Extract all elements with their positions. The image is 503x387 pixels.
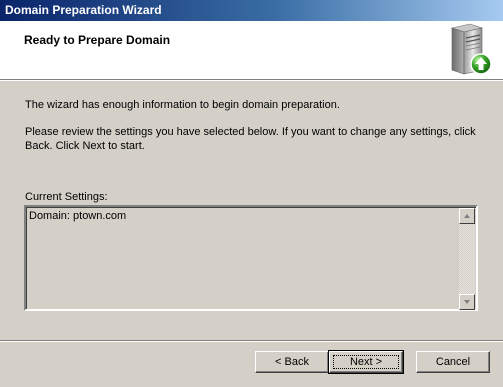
next-button-label: Next > bbox=[349, 356, 383, 368]
title-bar[interactable]: Domain Preparation Wizard bbox=[0, 0, 503, 21]
wizard-header: Ready to Prepare Domain bbox=[0, 21, 503, 79]
arrow-up-icon bbox=[464, 214, 470, 218]
server-upgrade-icon bbox=[440, 22, 496, 78]
arrow-down-icon bbox=[464, 300, 470, 304]
settings-text: Domain: ptown.com bbox=[29, 210, 127, 222]
back-button[interactable]: < Back bbox=[255, 351, 329, 373]
back-button-label: < Back bbox=[275, 356, 309, 368]
scroll-up-button[interactable] bbox=[459, 208, 475, 224]
footer-divider-highlight bbox=[0, 341, 503, 342]
header-divider-highlight bbox=[0, 80, 503, 81]
cancel-button-label: Cancel bbox=[435, 356, 471, 368]
cancel-button[interactable]: Cancel bbox=[416, 351, 490, 373]
window-title: Domain Preparation Wizard bbox=[5, 3, 162, 17]
wizard-window: Domain Preparation Wizard Ready to Prepa… bbox=[0, 0, 503, 387]
current-settings-box[interactable]: Domain: ptown.com bbox=[24, 205, 478, 311]
page-heading: Ready to Prepare Domain bbox=[24, 33, 171, 47]
next-button[interactable]: Next > bbox=[328, 350, 404, 374]
settings-scrollbar[interactable] bbox=[459, 208, 475, 310]
instructions-text: Please review the settings you have sele… bbox=[25, 126, 476, 152]
intro-text: The wizard has enough information to beg… bbox=[25, 99, 340, 111]
current-settings-label: Current Settings: bbox=[25, 191, 108, 203]
scroll-down-button[interactable] bbox=[459, 294, 475, 310]
